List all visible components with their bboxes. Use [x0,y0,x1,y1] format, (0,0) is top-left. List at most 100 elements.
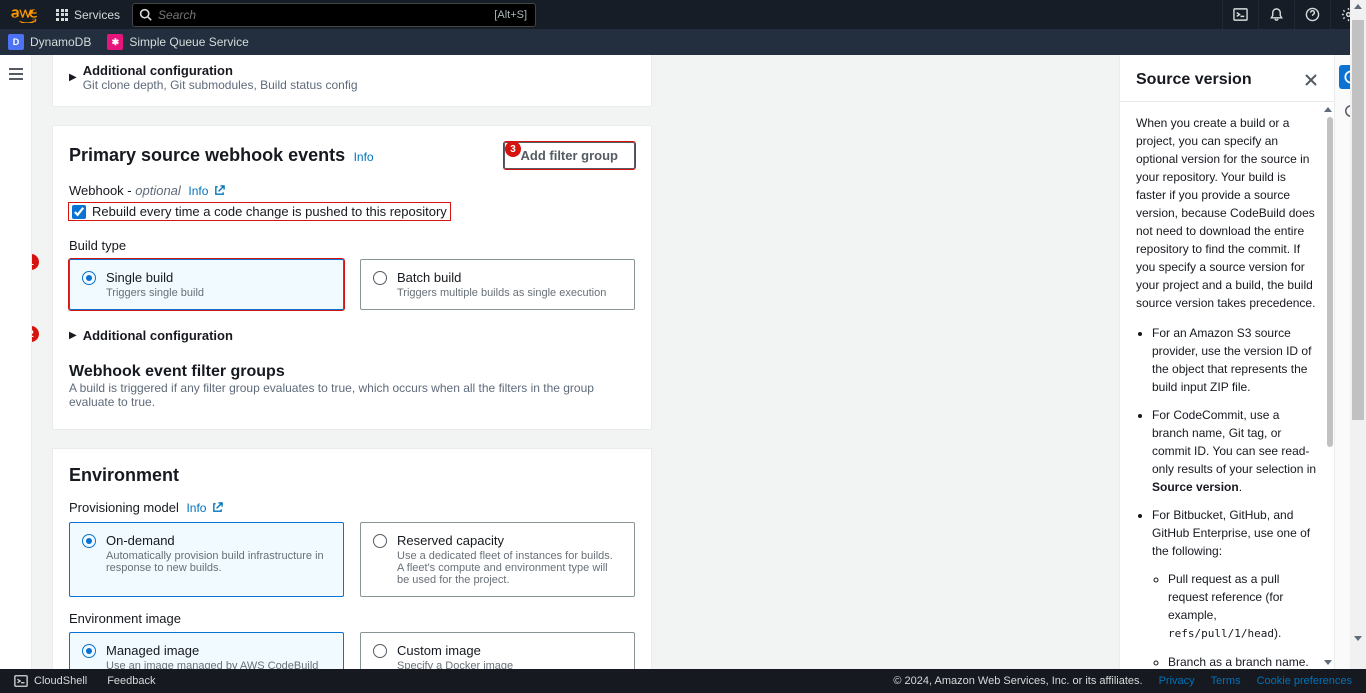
help-panel: Source version When you create a build o… [1119,55,1334,669]
rebuild-checkbox[interactable] [72,205,86,219]
help-icon[interactable] [1294,0,1330,29]
webhook-info-link[interactable]: Info [354,150,374,164]
single-build-option[interactable]: Single build Triggers single build [69,259,344,310]
annotation-2: 2 [32,326,39,342]
ondemand-title: On-demand [106,533,331,548]
top-nav: Services [Alt+S] [0,0,1366,29]
custom-image-option[interactable]: Custom image Specify a Docker image [360,632,635,670]
grid-icon [56,9,68,21]
search-box[interactable]: [Alt+S] [132,3,536,27]
provisioning-model-label: Provisioning model Info [69,500,635,516]
search-input[interactable] [158,8,494,22]
managed-image-option[interactable]: Managed image Use an image managed by AW… [69,632,344,670]
batch-build-desc: Triggers multiple builds as single execu… [397,287,606,299]
search-shortcut: [Alt+S] [494,9,527,21]
webhook-heading: Primary source webhook events [69,145,345,165]
scroll-up-arrow-icon[interactable] [1324,107,1332,112]
help-subbullet-branch: Branch as a branch name. [1168,653,1318,670]
external-link-icon [214,184,225,199]
help-panel-body: When you create a build or a project, yo… [1120,102,1334,669]
batch-build-title: Batch build [397,270,606,285]
scroll-down-arrow-icon[interactable] [1324,660,1332,665]
environment-image-label: Environment image [69,611,635,626]
custom-image-desc: Specify a Docker image [397,660,513,670]
custom-image-title: Custom image [397,643,513,658]
main-content: ▶ Additional configuration Git clone dep… [32,55,1119,669]
favorites-bar: D DynamoDB ✱ Simple Queue Service [0,29,1366,55]
ondemand-option[interactable]: On-demand Automatically provision build … [69,522,344,597]
environment-card: Environment Provisioning model Info On-d… [52,448,652,670]
batch-build-option[interactable]: Batch build Triggers multiple builds as … [360,259,635,310]
radio-icon [82,644,96,658]
additional-configuration-expander-2[interactable]: ▶ Additional configuration [69,328,635,343]
copyright-text: © 2024, Amazon Web Services, Inc. or its… [893,675,1142,687]
single-build-title: Single build [106,270,204,285]
fav-sqs[interactable]: ✱ Simple Queue Service [99,29,256,55]
services-label: Services [74,8,120,22]
sqs-icon: ✱ [107,34,123,50]
scroll-down-arrow-icon[interactable] [1354,636,1362,641]
reserved-title: Reserved capacity [397,533,622,548]
terms-link[interactable]: Terms [1211,675,1241,687]
help-bullet-git-providers: For Bitbucket, GitHub, and GitHub Enterp… [1152,506,1318,669]
cloudshell-button[interactable]: CloudShell [14,674,87,688]
radio-icon [373,534,387,548]
build-type-label: Build type [69,238,635,253]
cloudshell-icon[interactable] [1222,0,1258,29]
help-paragraph-1: When you create a build or a project, yo… [1136,114,1318,312]
fav-sqs-label: Simple Queue Service [129,35,248,49]
rebuild-checkbox-row[interactable]: Rebuild every time a code change is push… [69,203,450,220]
source-card-partial: ▶ Additional configuration Git clone dep… [52,55,652,107]
search-icon [139,8,152,21]
scroll-up-arrow-icon[interactable] [1354,4,1362,9]
annotation-1: 1 [32,254,39,270]
fav-dynamodb-label: DynamoDB [30,35,91,49]
environment-heading: Environment [69,465,635,486]
cloudshell-label: CloudShell [34,675,87,687]
reserved-option[interactable]: Reserved capacity Use a dedicated fleet … [360,522,635,597]
external-link-icon [212,501,223,516]
help-scrollbar-thumb[interactable] [1327,117,1333,447]
dynamodb-icon: D [8,34,24,50]
hamburger-icon[interactable] [8,67,24,669]
caret-right-icon: ▶ [69,330,77,341]
additional-configuration-label: Additional configuration [83,63,358,78]
nav-icons [1222,0,1366,29]
ondemand-desc: Automatically provision build infrastruc… [106,550,331,574]
managed-image-title: Managed image [106,643,318,658]
services-menu[interactable]: Services [48,0,128,29]
single-build-desc: Triggers single build [106,287,204,299]
radio-icon [373,644,387,658]
rebuild-checkbox-label: Rebuild every time a code change is push… [92,204,447,219]
managed-image-desc: Use an image managed by AWS CodeBuild [106,660,318,670]
radio-icon [82,271,96,285]
footer: CloudShell Feedback © 2024, Amazon Web S… [0,669,1366,693]
provisioning-info-link[interactable]: Info [186,501,206,515]
radio-icon [82,534,96,548]
radio-icon [373,271,387,285]
cookie-preferences-link[interactable]: Cookie preferences [1257,675,1352,687]
notifications-icon[interactable] [1258,0,1294,29]
help-subbullet-pr: Pull request as a pull request reference… [1168,570,1318,643]
filter-groups-heading: Webhook event filter groups [69,363,635,381]
additional-configuration-desc: Git clone depth, Git submodules, Build s… [83,78,358,92]
fav-dynamodb[interactable]: D DynamoDB [0,29,99,55]
webhook-info-link-2[interactable]: Info [188,184,208,198]
page-scrollbar-thumb[interactable] [1352,20,1364,420]
additional-configuration-expander[interactable]: ▶ Additional configuration Git clone dep… [69,63,635,92]
privacy-link[interactable]: Privacy [1159,675,1195,687]
reserved-desc: Use a dedicated fleet of instances for b… [397,550,622,586]
add-filter-group-button[interactable]: Add filter group [504,142,636,169]
webhook-field-label: Webhook - optional Info [69,183,635,199]
feedback-link[interactable]: Feedback [107,675,155,687]
close-icon[interactable] [1304,73,1318,87]
sidebar-collapsed [0,55,32,669]
page-scrollbar-track[interactable] [1350,0,1366,669]
aws-logo[interactable] [0,7,48,23]
filter-groups-desc: A build is triggered if any filter group… [69,381,635,409]
help-panel-title: Source version [1136,71,1252,89]
caret-right-icon: ▶ [69,72,77,83]
help-bullet-codecommit: For CodeCommit, use a branch name, Git t… [1152,406,1318,496]
webhook-card: Primary source webhook events Info Add f… [52,125,652,430]
annotation-3: 3 [505,141,521,157]
